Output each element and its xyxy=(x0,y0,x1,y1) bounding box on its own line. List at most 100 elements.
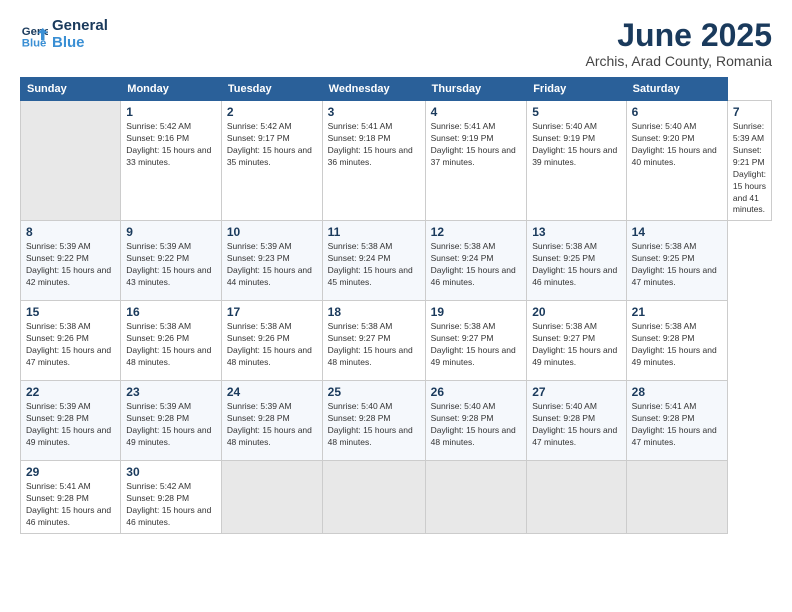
day-number: 4 xyxy=(431,105,522,119)
day-info: Sunrise: 5:41 AM Sunset: 9:28 PM Dayligh… xyxy=(632,401,722,449)
day-info: Sunrise: 5:38 AM Sunset: 9:25 PM Dayligh… xyxy=(632,241,722,289)
day-number: 23 xyxy=(126,385,216,399)
table-row: 15 Sunrise: 5:38 AM Sunset: 9:26 PM Dayl… xyxy=(21,301,121,381)
table-row: 10 Sunrise: 5:39 AM Sunset: 9:23 PM Dayl… xyxy=(221,221,322,301)
header-thursday: Thursday xyxy=(425,78,527,101)
empty-cell xyxy=(21,101,121,221)
day-number: 21 xyxy=(632,305,722,319)
table-row: 6 Sunrise: 5:40 AM Sunset: 9:20 PM Dayli… xyxy=(626,101,727,221)
week-row-2: 8 Sunrise: 5:39 AM Sunset: 9:22 PM Dayli… xyxy=(21,221,772,301)
day-info: Sunrise: 5:41 AM Sunset: 9:28 PM Dayligh… xyxy=(26,481,115,529)
day-number: 10 xyxy=(227,225,317,239)
day-number: 16 xyxy=(126,305,216,319)
week-row-4: 22 Sunrise: 5:39 AM Sunset: 9:28 PM Dayl… xyxy=(21,381,772,461)
table-row: 17 Sunrise: 5:38 AM Sunset: 9:26 PM Dayl… xyxy=(221,301,322,381)
day-info: Sunrise: 5:39 AM Sunset: 9:28 PM Dayligh… xyxy=(126,401,216,449)
table-row: 16 Sunrise: 5:38 AM Sunset: 9:26 PM Dayl… xyxy=(121,301,222,381)
subtitle: Archis, Arad County, Romania xyxy=(586,53,773,69)
day-number: 3 xyxy=(328,105,420,119)
day-info: Sunrise: 5:38 AM Sunset: 9:25 PM Dayligh… xyxy=(532,241,620,289)
day-info: Sunrise: 5:38 AM Sunset: 9:27 PM Dayligh… xyxy=(431,321,522,369)
day-number: 12 xyxy=(431,225,522,239)
table-row: 19 Sunrise: 5:38 AM Sunset: 9:27 PM Dayl… xyxy=(425,301,527,381)
table-row: 3 Sunrise: 5:41 AM Sunset: 9:18 PM Dayli… xyxy=(322,101,425,221)
table-row: 21 Sunrise: 5:38 AM Sunset: 9:28 PM Dayl… xyxy=(626,301,727,381)
table-row: 27 Sunrise: 5:40 AM Sunset: 9:28 PM Dayl… xyxy=(527,381,626,461)
header-wednesday: Wednesday xyxy=(322,78,425,101)
day-info: Sunrise: 5:38 AM Sunset: 9:24 PM Dayligh… xyxy=(328,241,420,289)
day-number: 24 xyxy=(227,385,317,399)
week-row-3: 15 Sunrise: 5:38 AM Sunset: 9:26 PM Dayl… xyxy=(21,301,772,381)
day-number: 6 xyxy=(632,105,722,119)
day-info: Sunrise: 5:42 AM Sunset: 9:28 PM Dayligh… xyxy=(126,481,216,529)
day-number: 25 xyxy=(328,385,420,399)
table-row: 11 Sunrise: 5:38 AM Sunset: 9:24 PM Dayl… xyxy=(322,221,425,301)
table-row: 28 Sunrise: 5:41 AM Sunset: 9:28 PM Dayl… xyxy=(626,381,727,461)
day-info: Sunrise: 5:40 AM Sunset: 9:28 PM Dayligh… xyxy=(431,401,522,449)
table-row: 14 Sunrise: 5:38 AM Sunset: 9:25 PM Dayl… xyxy=(626,221,727,301)
day-info: Sunrise: 5:38 AM Sunset: 9:27 PM Dayligh… xyxy=(328,321,420,369)
table-row: 29 Sunrise: 5:41 AM Sunset: 9:28 PM Dayl… xyxy=(21,461,121,534)
header-sunday: Sunday xyxy=(21,78,121,101)
day-info: Sunrise: 5:40 AM Sunset: 9:28 PM Dayligh… xyxy=(328,401,420,449)
day-number: 19 xyxy=(431,305,522,319)
day-info: Sunrise: 5:39 AM Sunset: 9:21 PM Dayligh… xyxy=(733,121,766,216)
header-monday: Monday xyxy=(121,78,222,101)
day-info: Sunrise: 5:39 AM Sunset: 9:28 PM Dayligh… xyxy=(227,401,317,449)
header-saturday: Saturday xyxy=(626,78,727,101)
day-info: Sunrise: 5:38 AM Sunset: 9:28 PM Dayligh… xyxy=(632,321,722,369)
table-row: 18 Sunrise: 5:38 AM Sunset: 9:27 PM Dayl… xyxy=(322,301,425,381)
day-number: 7 xyxy=(733,105,766,119)
empty-cell xyxy=(626,461,727,534)
day-info: Sunrise: 5:39 AM Sunset: 9:22 PM Dayligh… xyxy=(126,241,216,289)
day-number: 18 xyxy=(328,305,420,319)
day-number: 29 xyxy=(26,465,115,479)
table-row: 1 Sunrise: 5:42 AM Sunset: 9:16 PM Dayli… xyxy=(121,101,222,221)
logo: General Blue General Blue xyxy=(20,18,108,51)
table-row: 9 Sunrise: 5:39 AM Sunset: 9:22 PM Dayli… xyxy=(121,221,222,301)
day-number: 17 xyxy=(227,305,317,319)
table-row: 7 Sunrise: 5:39 AM Sunset: 9:21 PM Dayli… xyxy=(727,101,771,221)
weekday-header-row: Sunday Monday Tuesday Wednesday Thursday… xyxy=(21,78,772,101)
month-title: June 2025 xyxy=(586,18,773,53)
table-row: 24 Sunrise: 5:39 AM Sunset: 9:28 PM Dayl… xyxy=(221,381,322,461)
day-info: Sunrise: 5:38 AM Sunset: 9:26 PM Dayligh… xyxy=(26,321,115,369)
day-number: 9 xyxy=(126,225,216,239)
day-number: 2 xyxy=(227,105,317,119)
table-row: 8 Sunrise: 5:39 AM Sunset: 9:22 PM Dayli… xyxy=(21,221,121,301)
day-info: Sunrise: 5:38 AM Sunset: 9:26 PM Dayligh… xyxy=(227,321,317,369)
calendar-table: Sunday Monday Tuesday Wednesday Thursday… xyxy=(20,77,772,534)
header-friday: Friday xyxy=(527,78,626,101)
day-number: 5 xyxy=(532,105,620,119)
table-row: 5 Sunrise: 5:40 AM Sunset: 9:19 PM Dayli… xyxy=(527,101,626,221)
week-row-1: 1 Sunrise: 5:42 AM Sunset: 9:16 PM Dayli… xyxy=(21,101,772,221)
day-number: 26 xyxy=(431,385,522,399)
table-row: 2 Sunrise: 5:42 AM Sunset: 9:17 PM Dayli… xyxy=(221,101,322,221)
day-number: 30 xyxy=(126,465,216,479)
table-row: 20 Sunrise: 5:38 AM Sunset: 9:27 PM Dayl… xyxy=(527,301,626,381)
table-row: 30 Sunrise: 5:42 AM Sunset: 9:28 PM Dayl… xyxy=(121,461,222,534)
day-number: 8 xyxy=(26,225,115,239)
day-number: 15 xyxy=(26,305,115,319)
day-info: Sunrise: 5:40 AM Sunset: 9:19 PM Dayligh… xyxy=(532,121,620,169)
logo-icon: General Blue xyxy=(20,21,48,49)
day-info: Sunrise: 5:41 AM Sunset: 9:19 PM Dayligh… xyxy=(431,121,522,169)
table-row: 22 Sunrise: 5:39 AM Sunset: 9:28 PM Dayl… xyxy=(21,381,121,461)
day-info: Sunrise: 5:39 AM Sunset: 9:22 PM Dayligh… xyxy=(26,241,115,289)
table-row: 23 Sunrise: 5:39 AM Sunset: 9:28 PM Dayl… xyxy=(121,381,222,461)
day-info: Sunrise: 5:39 AM Sunset: 9:23 PM Dayligh… xyxy=(227,241,317,289)
day-number: 28 xyxy=(632,385,722,399)
day-number: 13 xyxy=(532,225,620,239)
week-row-5: 29 Sunrise: 5:41 AM Sunset: 9:28 PM Dayl… xyxy=(21,461,772,534)
table-row: 4 Sunrise: 5:41 AM Sunset: 9:19 PM Dayli… xyxy=(425,101,527,221)
day-info: Sunrise: 5:41 AM Sunset: 9:18 PM Dayligh… xyxy=(328,121,420,169)
empty-cell xyxy=(425,461,527,534)
day-info: Sunrise: 5:40 AM Sunset: 9:28 PM Dayligh… xyxy=(532,401,620,449)
table-row: 12 Sunrise: 5:38 AM Sunset: 9:24 PM Dayl… xyxy=(425,221,527,301)
empty-cell xyxy=(322,461,425,534)
day-info: Sunrise: 5:42 AM Sunset: 9:16 PM Dayligh… xyxy=(126,121,216,169)
table-row: 13 Sunrise: 5:38 AM Sunset: 9:25 PM Dayl… xyxy=(527,221,626,301)
empty-cell xyxy=(221,461,322,534)
day-info: Sunrise: 5:38 AM Sunset: 9:27 PM Dayligh… xyxy=(532,321,620,369)
table-row: 26 Sunrise: 5:40 AM Sunset: 9:28 PM Dayl… xyxy=(425,381,527,461)
